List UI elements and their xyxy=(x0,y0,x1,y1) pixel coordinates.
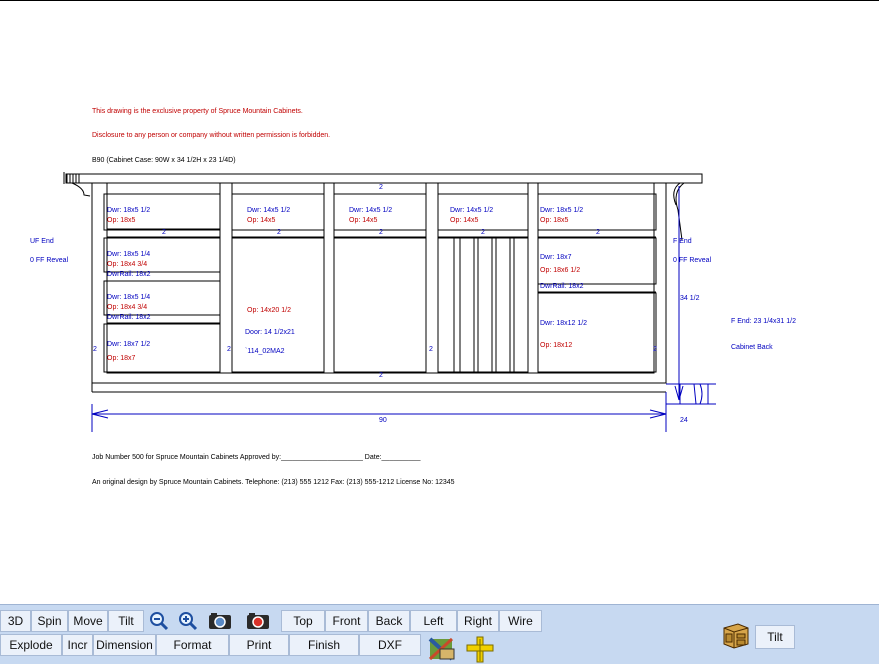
ruler-icon[interactable] xyxy=(462,634,498,664)
opening-size: Op: 14x5 xyxy=(450,217,479,224)
dxf-button[interactable]: DXF xyxy=(359,634,421,656)
drawer-size: Dwr: 18x7 1/2 xyxy=(107,341,151,348)
tilt-button[interactable]: Tilt xyxy=(108,610,144,632)
drawer-size: Dwr: 18x5 1/2 xyxy=(540,207,584,214)
drawer-rail-size: DwrRail: 18x2 xyxy=(107,271,151,278)
room-view-icon[interactable] xyxy=(424,634,460,664)
top-view-button[interactable]: Top xyxy=(281,610,325,632)
incr-button[interactable]: Incr xyxy=(62,634,93,656)
back-view-button[interactable]: Back xyxy=(368,610,410,632)
top-rail-dimension: 2 xyxy=(379,184,383,191)
format-button[interactable]: Format xyxy=(156,634,229,656)
right-end-label: F End xyxy=(673,238,692,245)
right-side-note: F End: 23 1/4x31 1/2 xyxy=(731,318,796,325)
rail-mark: 2 xyxy=(277,229,281,236)
opening-size: Op: 18x4 3/4 xyxy=(107,261,148,268)
left-end-label: UF End xyxy=(30,238,54,245)
spin-button[interactable]: Spin xyxy=(31,610,68,632)
drawer-rail-size: DwrRail: 18x2 xyxy=(540,283,584,290)
drawer-size: Dwr: 14x5 1/2 xyxy=(450,207,494,214)
opening-size: Op: 14x5 xyxy=(349,217,378,224)
opening-size: Op: 18x5 xyxy=(107,217,136,224)
tilt-3d-button[interactable]: Tilt xyxy=(755,625,795,649)
job-line: Job Number 500 for Spruce Mountain Cabin… xyxy=(92,454,421,461)
drawer-size: Dwr: 14x5 1/2 xyxy=(247,207,291,214)
door-size: Door: 14 1/2x21 xyxy=(245,329,295,336)
width-dimension: 90 xyxy=(379,417,387,424)
drawer-size: Dwr: 18x7 xyxy=(540,254,572,261)
camera-icon[interactable] xyxy=(204,610,236,632)
drawer-rail-size: DwrRail: 18x2 xyxy=(107,314,151,321)
left-reveal-label: 0 FF Reveal xyxy=(30,257,69,264)
rail-mark: 2 xyxy=(162,229,166,236)
door-code: `114_02MA2 xyxy=(245,348,285,355)
dimension-button[interactable]: Dimension xyxy=(93,634,156,656)
stile-mark: 2 xyxy=(429,346,433,353)
opening-size: Op: 14x20 1/2 xyxy=(247,307,291,314)
opening-size: Op: 18x7 xyxy=(107,355,136,362)
toolbar: 3D Spin Move Tilt Top Front Back Left Ri… xyxy=(0,604,879,664)
drawer-size: Dwr: 18x5 1/4 xyxy=(107,294,151,301)
print-button[interactable]: Print xyxy=(229,634,289,656)
front-view-button[interactable]: Front xyxy=(325,610,368,632)
camera-red-icon[interactable] xyxy=(242,610,274,632)
bottom-rail-dimension: 2 xyxy=(379,372,383,379)
drawer-size: Dwr: 18x12 1/2 xyxy=(540,320,588,327)
drawer-size: Dwr: 18x5 1/2 xyxy=(107,207,151,214)
drawer-size: Dwr: 14x5 1/2 xyxy=(349,207,393,214)
stile-mark: 2 xyxy=(653,346,657,353)
right-view-button[interactable]: Right xyxy=(457,610,499,632)
drawing-canvas[interactable]: This drawing is the exclusive property o… xyxy=(0,0,879,600)
move-button[interactable]: Move xyxy=(68,610,108,632)
rail-mark: 2 xyxy=(596,229,600,236)
explode-button[interactable]: Explode xyxy=(0,634,62,656)
stile-mark: 2 xyxy=(227,346,231,353)
opening-size: Op: 14x5 xyxy=(247,217,276,224)
zoom-in-icon[interactable] xyxy=(174,610,202,632)
opening-size: Op: 18x6 1/2 xyxy=(540,267,581,274)
opening-size: Op: 18x12 xyxy=(540,342,573,349)
left-view-button[interactable]: Left xyxy=(410,610,457,632)
zoom-out-icon[interactable] xyxy=(145,610,173,632)
height-dimension: 34 1/2 xyxy=(680,295,700,302)
3d-button[interactable]: 3D xyxy=(0,610,31,632)
cabinet-back-note: Cabinet Back xyxy=(731,344,773,351)
rail-mark: 2 xyxy=(379,229,383,236)
finish-button[interactable]: Finish xyxy=(289,634,359,656)
design-line: An original design by Spruce Mountain Ca… xyxy=(92,479,455,486)
wire-button[interactable]: Wire xyxy=(499,610,542,632)
rail-mark: 2 xyxy=(481,229,485,236)
cabinet-tilt-icon[interactable] xyxy=(716,619,754,651)
depth-dimension: 24 xyxy=(680,417,688,424)
opening-size: Op: 18x4 3/4 xyxy=(107,304,148,311)
stile-mark: 2 xyxy=(93,346,97,353)
opening-size: Op: 18x5 xyxy=(540,217,569,224)
right-reveal-label: 0 FF Reveal xyxy=(673,257,712,264)
drawer-size: Dwr: 18x5 1/4 xyxy=(107,251,151,258)
